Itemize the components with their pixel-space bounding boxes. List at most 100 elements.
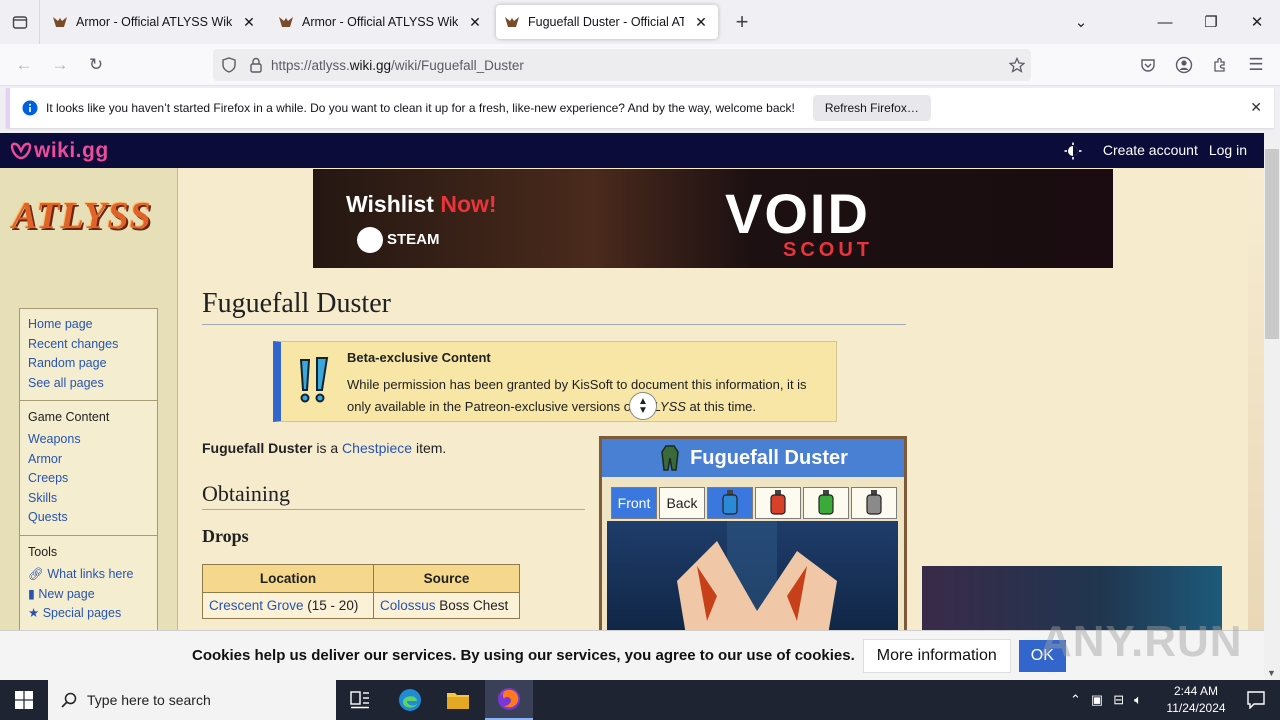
sidebar-item-quests[interactable]: Quests bbox=[28, 508, 149, 528]
notice-heading: Beta-exclusive Content bbox=[347, 350, 491, 365]
back-button[interactable]: ← bbox=[10, 52, 38, 78]
sidebar-item-armor[interactable]: Armor bbox=[28, 450, 149, 470]
reload-icon: ↻ bbox=[88, 55, 104, 74]
colossus-link[interactable]: Colossus bbox=[380, 598, 436, 613]
close-tab-icon[interactable]: ✕ bbox=[692, 14, 710, 31]
create-account-link[interactable]: Create account bbox=[1103, 142, 1198, 160]
log-in-link[interactable]: Log in bbox=[1209, 142, 1247, 160]
column-source: Source bbox=[373, 564, 520, 593]
taskbar-clock[interactable]: 2:44 AM 11/24/2024 bbox=[1160, 683, 1232, 717]
wiki-gg-header: wiki.gg Create account Log in bbox=[0, 133, 1264, 168]
file-explorer-taskbar-button[interactable] bbox=[434, 680, 482, 720]
bookmark-star-icon[interactable] bbox=[1009, 57, 1025, 73]
dye-red-tab[interactable] bbox=[755, 487, 801, 519]
item-infobox: Fuguefall Duster Front Back bbox=[599, 436, 907, 630]
minimize-icon: — bbox=[1157, 13, 1173, 31]
tab-back[interactable]: Back bbox=[659, 487, 705, 519]
close-tab-icon[interactable]: ✕ bbox=[466, 14, 484, 31]
wiki-gg-logo-icon[interactable] bbox=[10, 142, 32, 160]
crescent-grove-link[interactable]: Crescent Grove bbox=[209, 598, 304, 613]
atlyss-logo[interactable]: ATLYSS bbox=[8, 176, 168, 262]
section-divider bbox=[202, 509, 585, 510]
plus-icon: + bbox=[735, 9, 749, 34]
system-tray: ⌃ ▣ ⊟ 🔈︎ bbox=[1070, 680, 1142, 720]
dye-bottle-icon bbox=[817, 489, 835, 518]
address-bar[interactable]: https://atlyss.wiki.gg/wiki/Fuguefall_Du… bbox=[213, 49, 1031, 81]
tab-fuguefall-duster[interactable]: Fuguefall Duster - Official ATLYSS Wiki … bbox=[496, 5, 718, 39]
pocket-button[interactable] bbox=[1134, 52, 1162, 78]
sidebar-heading: Game Content bbox=[28, 410, 110, 424]
wiki-gg-logo[interactable]: wiki.gg bbox=[34, 139, 109, 163]
network-icon[interactable]: ⊟ bbox=[1113, 692, 1124, 708]
drops-table: Location Source Crescent Grove (15 - 20)… bbox=[202, 564, 520, 619]
sidebar-item-random-page[interactable]: Random page bbox=[28, 354, 149, 374]
restore-button[interactable]: ❐ bbox=[1188, 0, 1234, 44]
app-menu-button[interactable]: ☰ bbox=[1242, 52, 1270, 78]
minimize-button[interactable]: — bbox=[1142, 0, 1188, 44]
puzzle-icon bbox=[1214, 57, 1225, 72]
banner-game-sub: SCOUT bbox=[783, 239, 873, 261]
extensions-button[interactable] bbox=[1206, 52, 1234, 78]
beta-notice: Beta-exclusive Content While permission … bbox=[273, 341, 837, 422]
notice-body: While permission has been granted by Kis… bbox=[347, 377, 807, 414]
task-view-icon bbox=[350, 691, 369, 709]
close-tab-icon[interactable]: ✕ bbox=[240, 14, 258, 31]
edge-taskbar-button[interactable] bbox=[386, 680, 434, 720]
device-icon[interactable]: ▣ bbox=[1091, 692, 1103, 708]
sidebar-item-what-links-here[interactable]: 🔗︎ What links here bbox=[28, 565, 149, 585]
tab-overflow-button[interactable]: ⌄ bbox=[1058, 0, 1104, 44]
lock-icon[interactable] bbox=[249, 57, 263, 73]
account-button[interactable] bbox=[1170, 52, 1198, 78]
tab-armor-1[interactable]: Armor - Official ATLYSS Wiki ✕ bbox=[44, 5, 266, 39]
firefox-taskbar-button[interactable] bbox=[485, 680, 533, 720]
new-tab-button[interactable]: + bbox=[724, 4, 760, 40]
scroll-autoscroll-icon[interactable]: ▲ ▼ bbox=[629, 392, 657, 420]
sidebar: ATLYSS Home page Recent changes Random p… bbox=[0, 168, 177, 630]
refresh-firefox-button[interactable]: Refresh Firefox… bbox=[812, 95, 931, 121]
sidebar-item-creeps[interactable]: Creeps bbox=[28, 469, 149, 489]
page-scrollbar[interactable]: ▼ bbox=[1264, 133, 1280, 680]
sidebar-item-skills[interactable]: Skills bbox=[28, 489, 149, 509]
tab-front[interactable]: Front bbox=[611, 487, 657, 519]
sidebar-game-content: Game Content Weapons Armor Creeps Skills… bbox=[19, 400, 158, 536]
tab-armor-2[interactable]: Armor - Official ATLYSS Wiki ✕ bbox=[270, 5, 492, 39]
start-button[interactable] bbox=[0, 680, 48, 720]
sidebar-item-weapons[interactable]: Weapons bbox=[28, 430, 149, 450]
restore-icon: ❐ bbox=[1204, 14, 1218, 31]
forward-button[interactable]: → bbox=[46, 52, 74, 78]
sidebar-item-new-page[interactable]: ▮ New page bbox=[28, 585, 149, 605]
list-all-tabs-button[interactable] bbox=[0, 0, 40, 44]
intro-paragraph: Fuguefall Duster is a Chestpiece item. bbox=[202, 440, 447, 456]
task-view-button[interactable] bbox=[336, 680, 384, 720]
chestpiece-link[interactable]: Chestpiece bbox=[342, 440, 412, 456]
banner-wishlist: Wishlist Now! bbox=[346, 191, 497, 217]
dye-gray-tab[interactable] bbox=[851, 487, 897, 519]
atlyss-favicon-icon bbox=[278, 15, 294, 29]
advertisement-banner[interactable]: Wishlist Now! STEAM VOID SCOUT bbox=[313, 169, 1113, 268]
info-icon bbox=[22, 100, 38, 116]
edge-icon bbox=[399, 689, 421, 711]
sidebar-item-home-page[interactable]: Home page bbox=[28, 315, 149, 335]
sidebar-item-see-all-pages[interactable]: See all pages bbox=[28, 374, 149, 394]
scrollbar-thumb[interactable] bbox=[1265, 149, 1279, 339]
scroll-down-arrow-icon[interactable]: ▼ bbox=[1267, 668, 1276, 678]
tab-title: Fuguefall Duster - Official ATLYSS Wiki bbox=[528, 15, 684, 29]
notifications-button[interactable] bbox=[1232, 680, 1280, 720]
volume-icon[interactable]: 🔈︎ bbox=[1134, 692, 1142, 708]
show-hidden-icons-chevron-icon[interactable]: ⌃ bbox=[1070, 692, 1081, 708]
close-notification-icon[interactable]: ✕ bbox=[1250, 99, 1262, 116]
reload-button[interactable]: ↻ bbox=[82, 52, 110, 78]
close-window-button[interactable]: ✕ bbox=[1234, 0, 1280, 44]
close-icon: ✕ bbox=[1250, 14, 1264, 31]
shield-icon[interactable] bbox=[221, 57, 237, 73]
sidebar-item-special-pages[interactable]: ★ Special pages bbox=[28, 604, 149, 624]
sidebar-item-recent-changes[interactable]: Recent changes bbox=[28, 335, 149, 355]
folder-icon bbox=[447, 693, 469, 709]
windows-taskbar: Type here to search ⌃ ▣ ⊟ 🔈︎ 2:44 AM 11/… bbox=[0, 680, 1280, 720]
dye-blue-tab[interactable] bbox=[707, 487, 753, 519]
taskbar-search-box[interactable]: Type here to search bbox=[48, 680, 336, 720]
theme-toggle-icon[interactable] bbox=[1064, 142, 1082, 160]
tab-list-icon bbox=[12, 16, 27, 29]
more-information-button[interactable]: More information bbox=[862, 638, 1011, 673]
dye-green-tab[interactable] bbox=[803, 487, 849, 519]
